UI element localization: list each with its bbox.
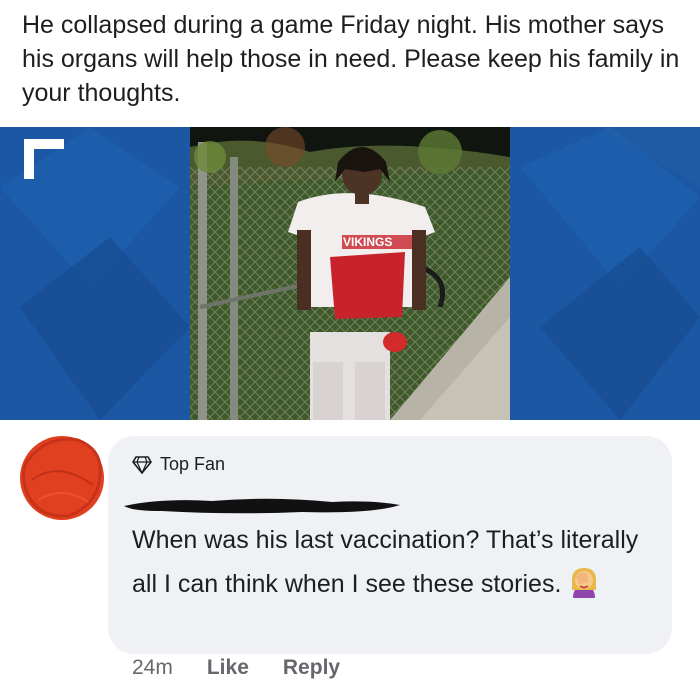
comment-actions: 24m Like Reply xyxy=(132,656,340,680)
avatar[interactable] xyxy=(18,430,108,522)
jersey-text: VIKINGS xyxy=(343,235,392,249)
comment-bubble: Top Fan When was his last vaccination? T… xyxy=(108,436,672,654)
face-palm-emoji xyxy=(572,568,597,598)
news-logo-corner-icon xyxy=(24,139,64,179)
redacted-commenter-name xyxy=(124,498,400,514)
football-player-photo: VIKINGS xyxy=(190,127,510,420)
comment-body: When was his last vaccination? That’s li… xyxy=(132,526,639,598)
comment-text: When was his last vaccination? That’s li… xyxy=(132,518,662,606)
like-button[interactable]: Like xyxy=(207,656,249,680)
post-image[interactable]: VIKINGS xyxy=(0,127,700,420)
post-caption: He collapsed during a game Friday night.… xyxy=(22,11,680,107)
comment: Top Fan When was his last vaccination? T… xyxy=(0,420,700,684)
reply-button[interactable]: Reply xyxy=(283,656,340,680)
diamond-icon xyxy=(132,455,152,474)
badge-label: Top Fan xyxy=(160,454,226,474)
comment-timestamp: 24m xyxy=(132,656,173,679)
top-fan-badge[interactable]: Top Fan xyxy=(132,454,225,475)
